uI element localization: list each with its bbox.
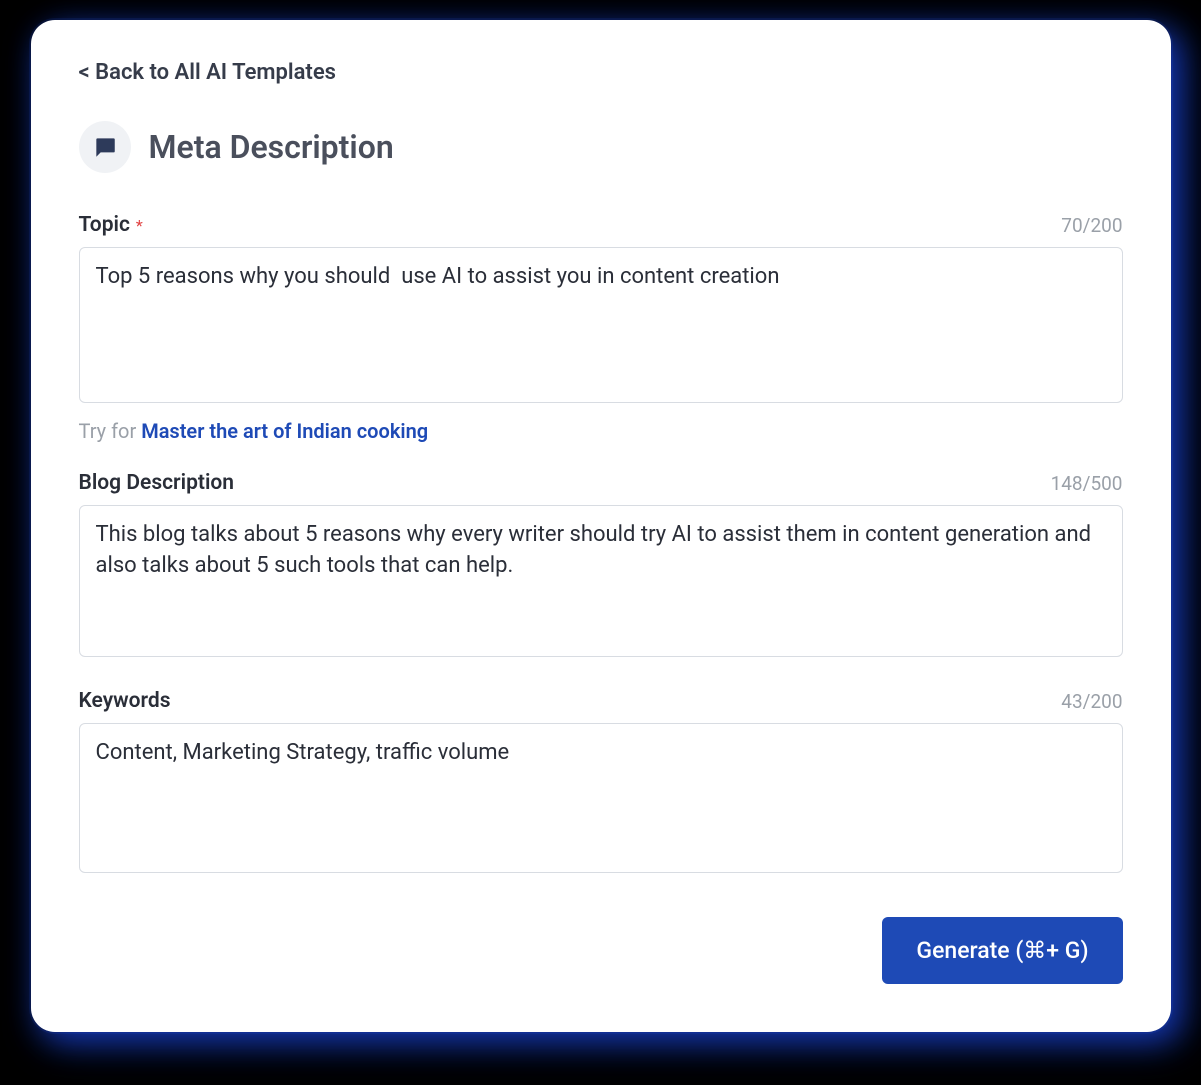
blog-char-count: 148/500 xyxy=(1051,472,1123,495)
form-card: < Back to All AI Templates Meta Descript… xyxy=(31,20,1171,1032)
topic-input[interactable] xyxy=(79,247,1123,403)
blog-description-input[interactable] xyxy=(79,505,1123,657)
try-for-link[interactable]: Master the art of Indian cooking xyxy=(141,419,428,443)
label-row: Topic * 70/200 xyxy=(79,213,1123,237)
page-title: Meta Description xyxy=(149,128,394,166)
blog-field-group: Blog Description 148/500 xyxy=(79,471,1123,661)
topic-field-group: Topic * 70/200 Try for Master the art of… xyxy=(79,213,1123,443)
action-row: Generate (⌘+ G) xyxy=(79,917,1123,984)
required-indicator: * xyxy=(132,216,143,235)
back-link[interactable]: < Back to All AI Templates xyxy=(79,60,336,85)
keywords-input[interactable] xyxy=(79,723,1123,873)
try-for-prefix: Try for xyxy=(79,419,142,443)
keywords-char-count: 43/200 xyxy=(1061,690,1122,713)
blog-label: Blog Description xyxy=(79,471,235,495)
keywords-field-group: Keywords 43/200 xyxy=(79,689,1123,877)
keywords-label: Keywords xyxy=(79,689,171,713)
chat-icon xyxy=(79,121,131,173)
label-row: Keywords 43/200 xyxy=(79,689,1123,713)
label-row: Blog Description 148/500 xyxy=(79,471,1123,495)
topic-char-count: 70/200 xyxy=(1061,214,1122,237)
try-for-hint: Try for Master the art of Indian cooking xyxy=(79,419,1123,443)
generate-button[interactable]: Generate (⌘+ G) xyxy=(882,917,1122,984)
topic-label: Topic xyxy=(79,213,130,237)
title-row: Meta Description xyxy=(79,121,1123,173)
